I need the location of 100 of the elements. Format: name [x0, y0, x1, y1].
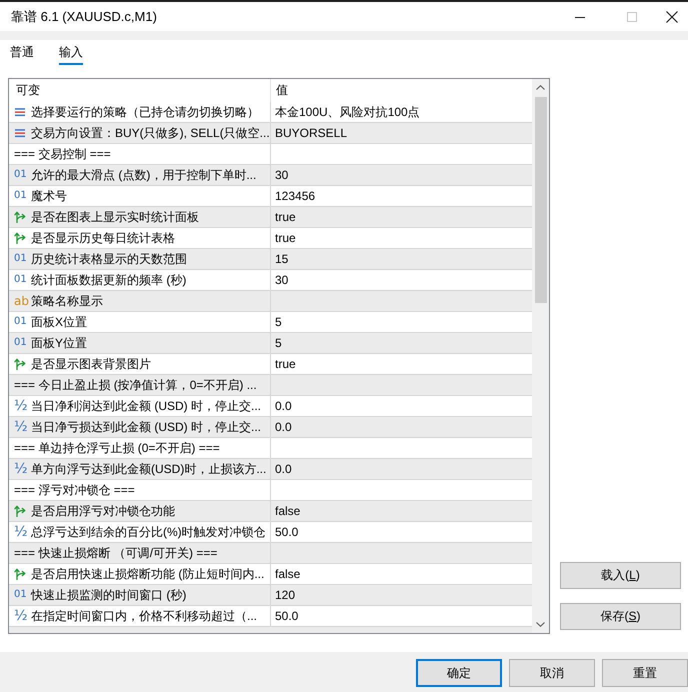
section-title: === 今日止盈止损 (按净值计算，0=不开启) ...: [14, 378, 257, 392]
table-row[interactable]: 是否启用浮亏对冲锁仓功能 false: [9, 501, 532, 522]
table-row[interactable]: 是否启用快速止损熔断功能 (防止短时间内... false: [9, 564, 532, 585]
table-row[interactable]: 01 魔术号 123456: [9, 186, 532, 207]
parameter-name: 是否启用快速止损熔断功能 (防止短时间内...: [31, 566, 264, 582]
table-row[interactable]: 选择要运行的策略（已持仓请勿切换切略） 本金100U、风险对抗100点: [9, 102, 532, 123]
table-row[interactable]: === 今日止盈止损 (按净值计算，0=不开启) ...: [9, 375, 532, 396]
column-header[interactable]: 值: [276, 83, 288, 98]
parameter-value: 120: [275, 588, 296, 602]
table-row[interactable]: ½ 当日净利润达到此金额 (USD) 时，停止交... 0.0: [9, 396, 532, 417]
parameter-value: BUYORSELL: [275, 126, 348, 140]
table-row[interactable]: ab 策略名称显示: [9, 291, 532, 312]
table-row[interactable]: 是否在图表上显示实时统计面板 true: [9, 207, 532, 228]
branch-arrow-icon: [14, 211, 26, 223]
parameter-name: 选择要运行的策略（已持仓请勿切换切略）: [31, 104, 259, 120]
number-type-icon: 01: [14, 588, 26, 602]
parameter-value: true: [275, 210, 296, 224]
table-row[interactable]: 是否显示图表背景图片 true: [9, 354, 532, 375]
parameter-value: 5: [275, 336, 282, 350]
section-title: === 单边持仓浮亏止损 (0=不开启) ===: [14, 440, 220, 456]
parameter-name: 当日净亏损达到此金额 (USD) 时，停止交...: [31, 420, 261, 434]
parameter-value: 30: [275, 168, 288, 182]
parameter-name: 总浮亏达到结余的百分比(%)时触发对冲锁仓: [31, 524, 266, 540]
table-row[interactable]: 是否显示历史每日统计表格 true: [9, 228, 532, 249]
parameter-value: 50.0: [275, 608, 298, 624]
parameter-name: 是否启用浮亏对冲锁仓功能: [31, 504, 175, 518]
tab[interactable]: 普通: [10, 44, 34, 65]
parameter-value: 123456: [275, 188, 316, 204]
table-row[interactable]: 01 面板X位置 5: [9, 312, 532, 333]
tab[interactable]: 输入: [59, 44, 83, 65]
table-row[interactable]: 01 历史统计表格显示的天数范围 15: [9, 249, 532, 270]
parameter-value: 0.0: [275, 420, 292, 434]
table-row[interactable]: === 单边持仓浮亏止损 (0=不开启) ===: [9, 438, 532, 459]
fraction-type-icon: ½: [14, 609, 26, 623]
branch-arrow-icon: [14, 358, 26, 370]
list-lines-icon: [14, 127, 26, 139]
parameter-value: 0.0: [275, 462, 292, 476]
number-type-icon: 01: [14, 252, 26, 266]
chevron-down-icon[interactable]: [536, 622, 545, 627]
fraction-type-icon: ½: [14, 525, 26, 539]
table-row[interactable]: ½ 单方向浮亏达到此金额(USD)时，止损该方... 0.0: [9, 459, 532, 480]
column-header[interactable]: 可变: [16, 83, 40, 98]
table-row[interactable]: ½ 当日净亏损达到此金额 (USD) 时，停止交... 0.0: [9, 417, 532, 438]
parameter-name: 历史统计表格显示的天数范围: [31, 252, 187, 266]
branch-arrow-icon: [14, 232, 26, 244]
table-row[interactable]: 01 统计面板数据更新的频率 (秒) 30: [9, 270, 532, 291]
parameter-value: false: [275, 566, 300, 582]
parameter-value: 15: [275, 252, 288, 266]
parameter-name: 魔术号: [31, 188, 67, 204]
number-type-icon: 01: [14, 168, 26, 182]
list-lines-icon: [14, 106, 26, 118]
fraction-type-icon: ½: [14, 399, 26, 413]
table-row[interactable]: 01 允许的最大滑点 (点数)，用于控制下单时... 30: [9, 165, 532, 186]
scrollbar-thumb[interactable]: [534, 97, 546, 303]
scrollbar-track[interactable]: [532, 79, 549, 633]
parameter-value: 0.0: [275, 398, 292, 414]
table-row[interactable]: 交易方向设置：BUY(只做多), SELL(只做空... BUYORSELL: [9, 123, 532, 144]
dialog-button[interactable]: 取消: [509, 659, 595, 687]
table-row[interactable]: 01 面板Y位置 5: [9, 333, 532, 354]
side-button[interactable]: 保存(S): [560, 603, 681, 630]
number-type-icon: 01: [14, 315, 26, 329]
parameter-name: 当日净利润达到此金额 (USD) 时，停止交...: [31, 398, 261, 414]
parameter-name: 快速止损监测的时间窗口 (秒): [31, 588, 186, 602]
parameter-name: 在指定时间窗口内，价格不利移动超过（...: [31, 608, 258, 624]
dialog-button[interactable]: 重置: [602, 659, 688, 687]
side-button[interactable]: 载入(L): [560, 562, 681, 589]
branch-arrow-icon: [14, 505, 26, 517]
number-type-icon: 01: [14, 273, 26, 287]
table-row[interactable]: === 浮亏对冲锁仓 ===: [9, 480, 532, 501]
branch-arrow-icon: [14, 568, 26, 580]
table-row[interactable]: 01 快速止损监测的时间窗口 (秒) 120: [9, 585, 532, 606]
table-row[interactable]: === 快速止损熔断 （可调/可开关) ===: [9, 543, 532, 564]
fraction-type-icon: ½: [14, 420, 26, 434]
parameter-value: 50.0: [275, 524, 298, 540]
parameter-name: 面板X位置: [31, 314, 88, 330]
parameter-name: 允许的最大滑点 (点数)，用于控制下单时...: [31, 168, 256, 182]
parameter-value: 5: [275, 314, 282, 330]
parameter-value: false: [275, 504, 300, 518]
table-row[interactable]: ½ 总浮亏达到结余的百分比(%)时触发对冲锁仓 50.0: [9, 522, 532, 543]
parameter-name: 单方向浮亏达到此金额(USD)时，止损该方...: [31, 462, 266, 476]
number-type-icon: 01: [14, 336, 26, 350]
fraction-type-icon: ½: [14, 462, 26, 476]
table-row[interactable]: === 交易控制 ===: [9, 144, 532, 165]
parameter-value: 本金100U、风险对抗100点: [275, 104, 420, 120]
dialog-button[interactable]: 确定: [416, 659, 502, 687]
section-title: === 交易控制 ===: [14, 146, 111, 162]
section-title: === 快速止损熔断 （可调/可开关) ===: [14, 546, 218, 560]
parameter-name: 交易方向设置：BUY(只做多), SELL(只做空...: [31, 126, 270, 140]
parameter-name: 是否在图表上显示实时统计面板: [31, 210, 199, 224]
section-title: === 浮亏对冲锁仓 ===: [14, 482, 135, 498]
parameter-name: 是否显示历史每日统计表格: [31, 230, 175, 246]
chevron-up-icon[interactable]: [536, 85, 545, 90]
window-title: 靠谱 6.1 (XAUUSD.c,M1): [11, 8, 157, 26]
parameter-name: 是否显示图表背景图片: [31, 356, 151, 372]
parameter-value: true: [275, 356, 296, 372]
table-row[interactable]: ½ 在指定时间窗口内，价格不利移动超过（... 50.0: [9, 606, 532, 627]
parameter-name: 策略名称显示: [31, 294, 103, 308]
close-icon[interactable]: [666, 10, 678, 22]
parameter-name: 统计面板数据更新的频率 (秒): [31, 272, 186, 288]
parameter-value: true: [275, 230, 296, 246]
